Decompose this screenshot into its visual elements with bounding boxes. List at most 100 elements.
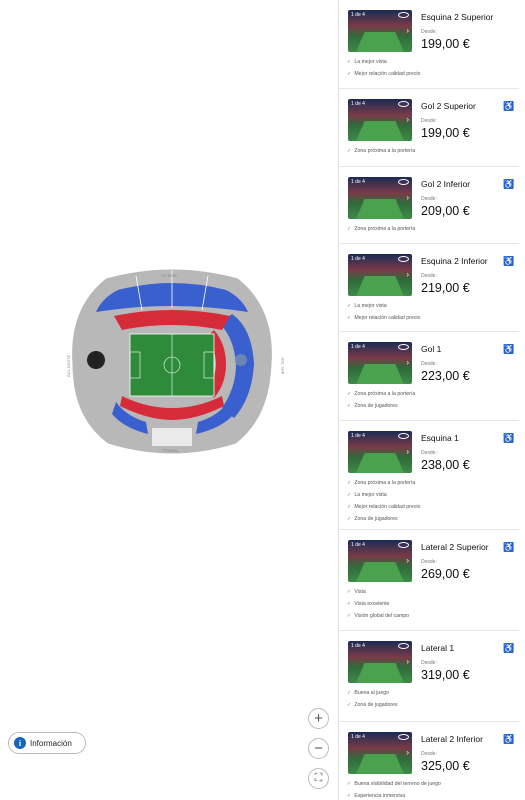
section-view-thumbnail[interactable]: 1 de 4 › xyxy=(348,10,412,52)
section-card[interactable]: 1 de 4 › Lateral 2 Superior Desde: 269,0… xyxy=(339,530,519,631)
view-360-icon[interactable] xyxy=(398,12,409,18)
section-card[interactable]: 1 de 4 › Gol 2 Inferior Desde: 209,00 € … xyxy=(339,167,519,244)
accessibility-icon: ♿ xyxy=(503,542,515,552)
section-card[interactable]: 1 de 4 › Esquina 2 Superior Desde: 199,0… xyxy=(339,0,519,89)
section-view-thumbnail[interactable]: 1 de 4 › xyxy=(348,641,412,683)
next-photo-icon[interactable]: › xyxy=(406,657,409,666)
club-logo-left xyxy=(87,351,105,369)
accessibility-icon: ♿ xyxy=(503,101,515,111)
feature-list: ✓ Zona próxima a la portería ✓ Zona de juga… xyxy=(347,388,415,412)
next-photo-icon[interactable]: › xyxy=(406,748,409,757)
section-name: Lateral 2 Superior xyxy=(421,542,489,552)
feature-item: ✓ Mejor relación calidad precio xyxy=(347,71,421,77)
section-card[interactable]: 1 de 4 › Esquina 1 Desde: 238,00 € ♿ ✓ Zo… xyxy=(339,421,519,530)
check-icon: ✓ xyxy=(347,226,352,232)
section-card[interactable]: 1 de 4 › Esquina 2 Inferior Desde: 219,0… xyxy=(339,244,519,332)
section-name: Gol 2 Inferior xyxy=(421,179,471,189)
next-photo-icon[interactable]: › xyxy=(406,447,409,456)
feature-item: ✓ Mejor relación calidad precio xyxy=(347,315,421,321)
photo-counter: 1 de 4 xyxy=(351,12,365,18)
photo-counter: 1 de 4 xyxy=(351,542,365,548)
check-icon: ✓ xyxy=(347,781,352,787)
section-view-thumbnail[interactable]: 1 de 4 › xyxy=(348,732,412,774)
feature-list: ✓ La mejor vista ✓ Mejor relación calidad p… xyxy=(347,56,420,80)
view-360-icon[interactable] xyxy=(398,101,409,107)
feature-list: ✓ Buena al juego ✓ Zona de jugadores xyxy=(347,687,398,711)
photo-counter: 1 de 4 xyxy=(351,344,365,350)
feature-item: ✓ Zona próxima a la portería xyxy=(347,226,416,232)
price-from-label: Desde: xyxy=(421,450,437,456)
feature-item: ✓ Zona de jugadores xyxy=(347,702,398,708)
section-view-thumbnail[interactable]: 1 de 4 › xyxy=(348,99,412,141)
check-icon: ✓ xyxy=(347,793,352,799)
accessibility-icon: ♿ xyxy=(503,734,515,744)
feature-item: ✓ La mejor vista xyxy=(347,492,387,498)
section-card[interactable]: 1 de 4 › Lateral 2 Inferior Desde: 325,0… xyxy=(339,722,519,800)
view-360-icon[interactable] xyxy=(398,179,409,185)
check-icon: ✓ xyxy=(347,589,352,595)
feature-item: ✓ Vista excelente xyxy=(347,601,390,607)
feature-item: ✓ Zona próxima a la portería xyxy=(347,391,416,397)
stand-label-bottom: TRIBUNA xyxy=(162,449,179,453)
section-price: 223,00 € xyxy=(421,369,470,383)
feature-item: ✓ Zona de jugadores xyxy=(347,516,398,522)
photo-counter: 1 de 4 xyxy=(351,643,365,649)
fullscreen-button[interactable]: ⛶ xyxy=(308,768,329,789)
section-name: Esquina 1 xyxy=(421,433,459,443)
section-card[interactable]: 1 de 4 › Gol 2 Superior Desde: 199,00 € … xyxy=(339,89,519,167)
view-360-icon[interactable] xyxy=(398,433,409,439)
section-price: 269,00 € xyxy=(421,567,470,581)
price-from-label: Desde: xyxy=(421,118,437,124)
section-price: 219,00 € xyxy=(421,281,470,295)
section-name: Esquina 2 Superior xyxy=(421,12,494,22)
view-360-icon[interactable] xyxy=(398,643,409,649)
feature-item: ✓ La mejor vista xyxy=(347,303,387,309)
check-icon: ✓ xyxy=(347,690,352,696)
next-photo-icon[interactable]: › xyxy=(406,115,409,124)
section-view-thumbnail[interactable]: 1 de 4 › xyxy=(348,431,412,473)
section-card[interactable]: 1 de 4 › Gol 1 Desde: 223,00 € ♿ ✓ Zona p… xyxy=(339,332,519,421)
accessibility-icon: ♿ xyxy=(503,179,515,189)
section-view-thumbnail[interactable]: 1 de 4 › xyxy=(348,177,412,219)
price-from-label: Desde: xyxy=(421,361,437,367)
stadium-map[interactable] xyxy=(66,268,278,458)
zoom-out-button[interactable]: − xyxy=(308,738,329,759)
price-from-label: Desde: xyxy=(421,196,437,202)
view-360-icon[interactable] xyxy=(398,734,409,740)
feature-item: ✓ Buena al juego xyxy=(347,690,389,696)
section-name: Lateral 1 xyxy=(421,643,455,653)
check-icon: ✓ xyxy=(347,303,352,309)
section-card[interactable]: 1 de 4 › Lateral 1 Desde: 319,00 € ♿ ✓ Bu… xyxy=(339,631,519,722)
sections-list-panel[interactable]: 1 de 4 › Esquina 2 Superior Desde: 199,0… xyxy=(338,0,525,800)
club-logo-right xyxy=(235,354,247,366)
feature-item: ✓ Zona próxima a la portería xyxy=(347,148,416,154)
feature-list: ✓ La mejor vista ✓ Mejor relación calidad p… xyxy=(347,300,420,324)
feature-item: ✓ Vista xyxy=(347,589,366,595)
check-icon: ✓ xyxy=(347,480,352,486)
view-360-icon[interactable] xyxy=(398,344,409,350)
next-photo-icon[interactable]: › xyxy=(406,193,409,202)
zoom-in-button[interactable]: + xyxy=(308,708,329,729)
price-from-label: Desde: xyxy=(421,29,437,35)
section-view-thumbnail[interactable]: 1 de 4 › xyxy=(348,342,412,384)
check-icon: ✓ xyxy=(347,601,352,607)
check-icon: ✓ xyxy=(347,492,352,498)
photo-counter: 1 de 4 xyxy=(351,256,365,262)
view-360-icon[interactable] xyxy=(398,542,409,548)
feature-list: ✓ Buena visibilidad del terreno de juego ✓… xyxy=(347,778,441,800)
photo-counter: 1 de 4 xyxy=(351,179,365,185)
feature-list: ✓ Zona próxima a la portería xyxy=(347,145,415,157)
section-view-thumbnail[interactable]: 1 de 4 › xyxy=(348,254,412,296)
next-photo-icon[interactable]: › xyxy=(406,26,409,35)
view-360-icon[interactable] xyxy=(398,256,409,262)
check-icon: ✓ xyxy=(347,315,352,321)
section-name: Esquina 2 Inferior xyxy=(421,256,488,266)
section-name: Lateral 2 Inferior xyxy=(421,734,483,744)
next-photo-icon[interactable]: › xyxy=(406,358,409,367)
feature-list: ✓ Zona próxima a la portería ✓ La mejor vis… xyxy=(347,477,420,525)
section-view-thumbnail[interactable]: 1 de 4 › xyxy=(348,540,412,582)
photo-counter: 1 de 4 xyxy=(351,101,365,107)
next-photo-icon[interactable]: › xyxy=(406,270,409,279)
next-photo-icon[interactable]: › xyxy=(406,556,409,565)
info-button[interactable]: i Información xyxy=(8,732,86,754)
